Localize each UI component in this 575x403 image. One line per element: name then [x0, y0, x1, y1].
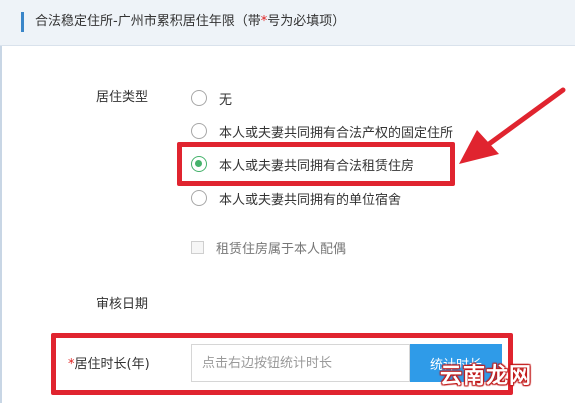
spouse-rental-checkbox[interactable]: 租赁住房属于本人配偶: [191, 237, 346, 257]
checkbox-label: 租赁住房属于本人配偶: [216, 241, 347, 257]
review-date-label: 审核日期: [96, 297, 149, 312]
section-title: 合法稳定住所-广州市累积居住年限（带*号为必填项）: [35, 13, 345, 31]
title-prefix: 合法稳定住所-广州市累积居住年限（带: [35, 14, 261, 29]
radio-option-none[interactable]: 无: [191, 87, 232, 109]
radio-label: 无: [219, 92, 233, 108]
highlight-box-rental: [177, 142, 455, 186]
radio-button[interactable]: [191, 190, 207, 206]
radio-option-dormitory[interactable]: 本人或夫妻共同拥有的单位宿舍: [191, 187, 401, 209]
checkbox[interactable]: [191, 240, 204, 254]
section-header: 合法稳定住所-广州市累积居住年限（带*号为必填项）: [0, 0, 575, 46]
radio-label: 本人或夫妻共同拥有的单位宿舍: [219, 192, 402, 208]
watermark-logo: 云南龙网: [440, 364, 533, 389]
residence-type-label: 居住类型: [96, 90, 149, 105]
red-arrow-icon: [459, 87, 566, 164]
radio-option-owned-property[interactable]: 本人或夫妻共同拥有合法产权的固定住所: [191, 120, 453, 142]
radio-button[interactable]: [191, 90, 207, 106]
header-accent-bar: [21, 12, 24, 32]
radio-label: 本人或夫妻共同拥有合法产权的固定住所: [219, 125, 454, 141]
title-suffix: 号为必填项）: [267, 14, 346, 29]
form-page: 合法稳定住所-广州市累积居住年限（带*号为必填项） 居住类型 无 本人或夫妻共同…: [0, 0, 575, 403]
radio-button[interactable]: [191, 123, 207, 139]
left-border: [0, 46, 2, 403]
